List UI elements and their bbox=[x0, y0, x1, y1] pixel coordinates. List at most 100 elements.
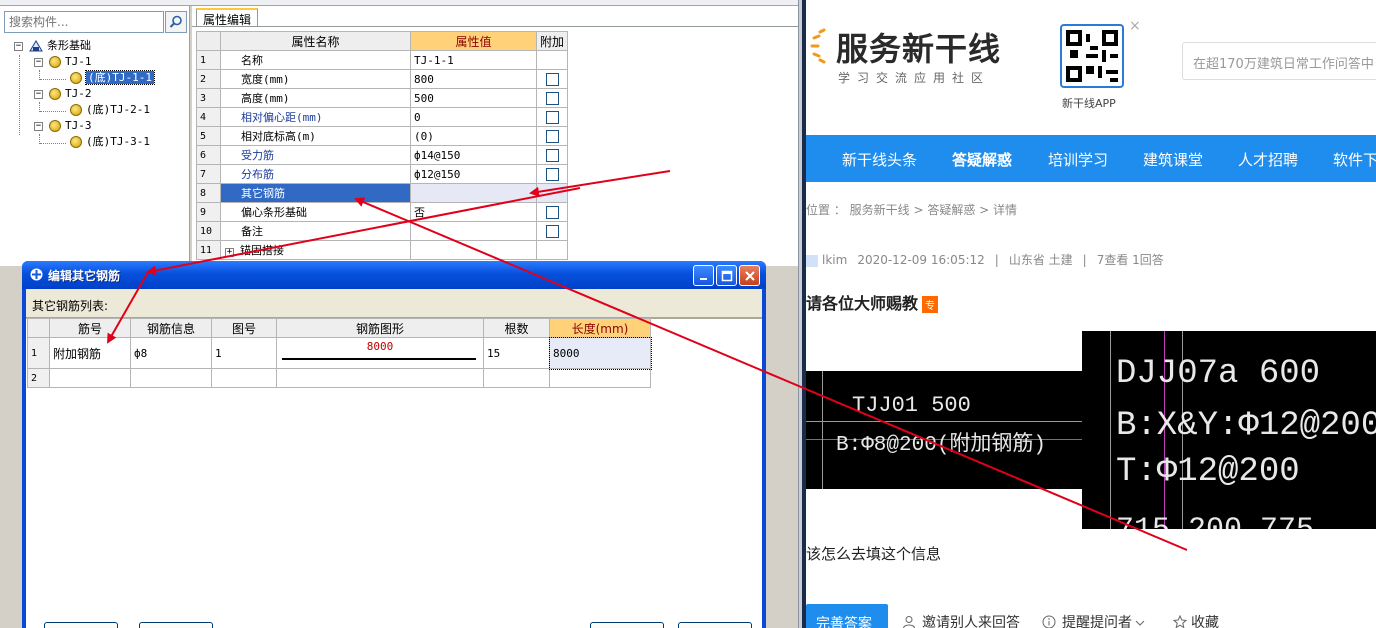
property-value[interactable]: 0 bbox=[410, 107, 537, 127]
property-value[interactable] bbox=[410, 221, 537, 241]
column-header-fig-no[interactable]: 图号 bbox=[211, 318, 277, 338]
fig-no-cell[interactable] bbox=[211, 368, 277, 388]
collapse-icon[interactable]: − bbox=[34, 89, 43, 99]
extra-checkbox[interactable] bbox=[545, 148, 559, 162]
remind-asker-action[interactable]: 提醒提问者 bbox=[1042, 612, 1145, 628]
length-cell[interactable] bbox=[549, 368, 651, 388]
tree-node-tj1[interactable]: − TJ-1 bbox=[34, 54, 92, 70]
column-header-name[interactable]: 属性名称 bbox=[220, 31, 411, 51]
extra-checkbox[interactable] bbox=[545, 224, 559, 238]
count-cell[interactable]: 15 bbox=[483, 337, 550, 369]
nav-item-qa[interactable]: 答疑解惑 bbox=[952, 149, 1012, 170]
tree-node-tj2-1[interactable]: (底)TJ-2-1 bbox=[70, 102, 150, 118]
property-row[interactable]: 7 分布筋 ф12@150 bbox=[196, 164, 569, 184]
tree-node-tj3-1[interactable]: (底)TJ-3-1 bbox=[70, 134, 150, 150]
column-header-bar-no[interactable]: 筋号 bbox=[49, 318, 131, 338]
collapse-icon[interactable]: − bbox=[34, 121, 43, 131]
nav-item-headlines[interactable]: 新干线头条 bbox=[842, 149, 917, 170]
property-value[interactable]: TJ-1-1 bbox=[410, 50, 537, 70]
dialog-button-3[interactable] bbox=[590, 622, 664, 628]
bar-no-cell[interactable] bbox=[49, 368, 131, 388]
property-value[interactable]: 800 bbox=[410, 69, 537, 89]
bar-shape-cell[interactable] bbox=[276, 368, 484, 388]
column-header-length[interactable]: 长度(mm) bbox=[549, 318, 651, 338]
nav-item-training[interactable]: 培训学习 bbox=[1048, 149, 1108, 170]
rebar-row[interactable]: 1 附加钢筋 ф8 1 8000 15 8000 bbox=[27, 336, 652, 370]
component-search-input[interactable] bbox=[4, 11, 164, 33]
dialog-button-4[interactable] bbox=[678, 622, 752, 628]
extra-checkbox[interactable] bbox=[545, 205, 559, 219]
dialog-button-2[interactable] bbox=[139, 622, 213, 628]
property-row[interactable]: 9 偏心条形基础否 bbox=[196, 202, 569, 222]
property-value[interactable] bbox=[410, 183, 537, 203]
close-button[interactable] bbox=[739, 265, 760, 286]
extra-checkbox[interactable] bbox=[545, 91, 559, 105]
property-value[interactable]: 500 bbox=[410, 88, 537, 108]
user-name[interactable]: lkim bbox=[822, 253, 847, 267]
extra-checkbox[interactable] bbox=[545, 167, 559, 181]
column-header-count[interactable]: 根数 bbox=[483, 318, 550, 338]
bar-no-cell[interactable]: 附加钢筋 bbox=[49, 337, 131, 369]
rebar-row[interactable]: 2 bbox=[27, 368, 651, 388]
expand-icon[interactable]: + bbox=[225, 248, 234, 257]
cad-screenshot-left[interactable]: TJJ01 500 B:Φ8@200(附加钢筋) bbox=[806, 371, 1082, 489]
tree-node-tj2[interactable]: − TJ-2 bbox=[34, 86, 92, 102]
property-row[interactable]: 1 名称 TJ-1-1 bbox=[196, 50, 569, 70]
cad-screenshot-right[interactable]: DJJ07a 600 B:X&Y:Φ12@200(R T:Φ12@200 715… bbox=[1082, 331, 1376, 529]
property-value[interactable]: (0) bbox=[410, 126, 537, 146]
column-header-value[interactable]: 属性值 bbox=[410, 31, 537, 51]
property-name: 偏心条形基础 bbox=[220, 202, 411, 222]
site-search-input[interactable]: 在超170万建筑日常工作问答中 bbox=[1182, 42, 1376, 80]
property-row[interactable]: 11 + 锚固搭接 bbox=[196, 240, 569, 260]
bar-info-cell[interactable]: ф8 bbox=[130, 337, 212, 369]
rebar-table-header: 筋号 钢筋信息 图号 钢筋图形 根数 长度(mm) bbox=[27, 318, 651, 338]
nav-item-software[interactable]: 软件下 bbox=[1333, 149, 1376, 170]
maximize-button[interactable] bbox=[716, 265, 737, 286]
bar-shape-cell[interactable]: 8000 bbox=[276, 337, 484, 369]
length-cell[interactable]: 8000 bbox=[548, 336, 652, 370]
tree-node-tj1-1[interactable]: (底)TJ-1-1 bbox=[70, 70, 155, 86]
minimize-button[interactable] bbox=[693, 265, 714, 286]
collapse-icon[interactable]: − bbox=[34, 57, 43, 67]
nav-item-classroom[interactable]: 建筑课堂 bbox=[1143, 149, 1203, 170]
component-icon bbox=[49, 56, 61, 68]
property-row[interactable]: 2 宽度(mm) 800 bbox=[196, 69, 569, 89]
extra-checkbox[interactable] bbox=[545, 72, 559, 86]
maximize-icon bbox=[721, 270, 733, 282]
property-row[interactable]: 5 相对底标高(m) (0) bbox=[196, 126, 569, 146]
property-value[interactable]: ф12@150 bbox=[410, 164, 537, 184]
tree-node-root[interactable]: − 条形基础 bbox=[14, 38, 91, 54]
collapse-icon[interactable]: − bbox=[14, 41, 23, 51]
nav-item-jobs[interactable]: 人才招聘 bbox=[1238, 149, 1298, 170]
complete-answer-button[interactable]: 完善答案 bbox=[806, 604, 888, 628]
question-description: 该怎么去填这个信息 bbox=[806, 545, 942, 563]
tree-guide-line bbox=[40, 79, 66, 80]
property-row[interactable]: 10 备注 bbox=[196, 221, 569, 241]
property-row[interactable]: 4 相对偏心距(mm) 0 bbox=[196, 107, 569, 127]
property-row-selected[interactable]: 8 其它钢筋 bbox=[196, 183, 569, 203]
extra-checkbox[interactable] bbox=[545, 129, 559, 143]
search-button[interactable] bbox=[165, 11, 187, 33]
column-header-bar-info[interactable]: 钢筋信息 bbox=[130, 318, 212, 338]
count-cell[interactable] bbox=[483, 368, 550, 388]
property-row[interactable]: 6 受力筋 ф14@150 bbox=[196, 145, 569, 165]
tree-node-tj3[interactable]: − TJ-3 bbox=[34, 118, 92, 134]
property-value[interactable]: ф14@150 bbox=[410, 145, 537, 165]
tab-property-edit[interactable]: 属性编辑 bbox=[196, 8, 259, 27]
column-header-extra[interactable]: 附加 bbox=[535, 31, 569, 51]
bar-info-cell[interactable] bbox=[130, 368, 212, 388]
column-header-bar-shape[interactable]: 钢筋图形 bbox=[276, 318, 484, 338]
site-logo[interactable]: 服务新干线 学习交流应用社区 bbox=[806, 24, 1016, 94]
qr-close-icon[interactable]: × bbox=[1129, 18, 1141, 34]
extra-checkbox[interactable] bbox=[545, 110, 559, 124]
property-value[interactable] bbox=[410, 240, 537, 260]
avatar[interactable] bbox=[806, 254, 818, 267]
fig-no-cell[interactable]: 1 bbox=[211, 337, 277, 369]
list-label: 其它钢筋列表: bbox=[32, 299, 109, 313]
dialog-title-bar[interactable]: 编辑其它钢筋 bbox=[22, 261, 766, 289]
property-row[interactable]: 3 高度(mm) 500 bbox=[196, 88, 569, 108]
invite-answer-action[interactable]: 邀请别人来回答 bbox=[902, 612, 1020, 628]
property-value[interactable]: 否 bbox=[410, 202, 537, 222]
favorite-action[interactable]: 收藏 bbox=[1172, 612, 1219, 628]
dialog-button-1[interactable] bbox=[44, 622, 118, 628]
